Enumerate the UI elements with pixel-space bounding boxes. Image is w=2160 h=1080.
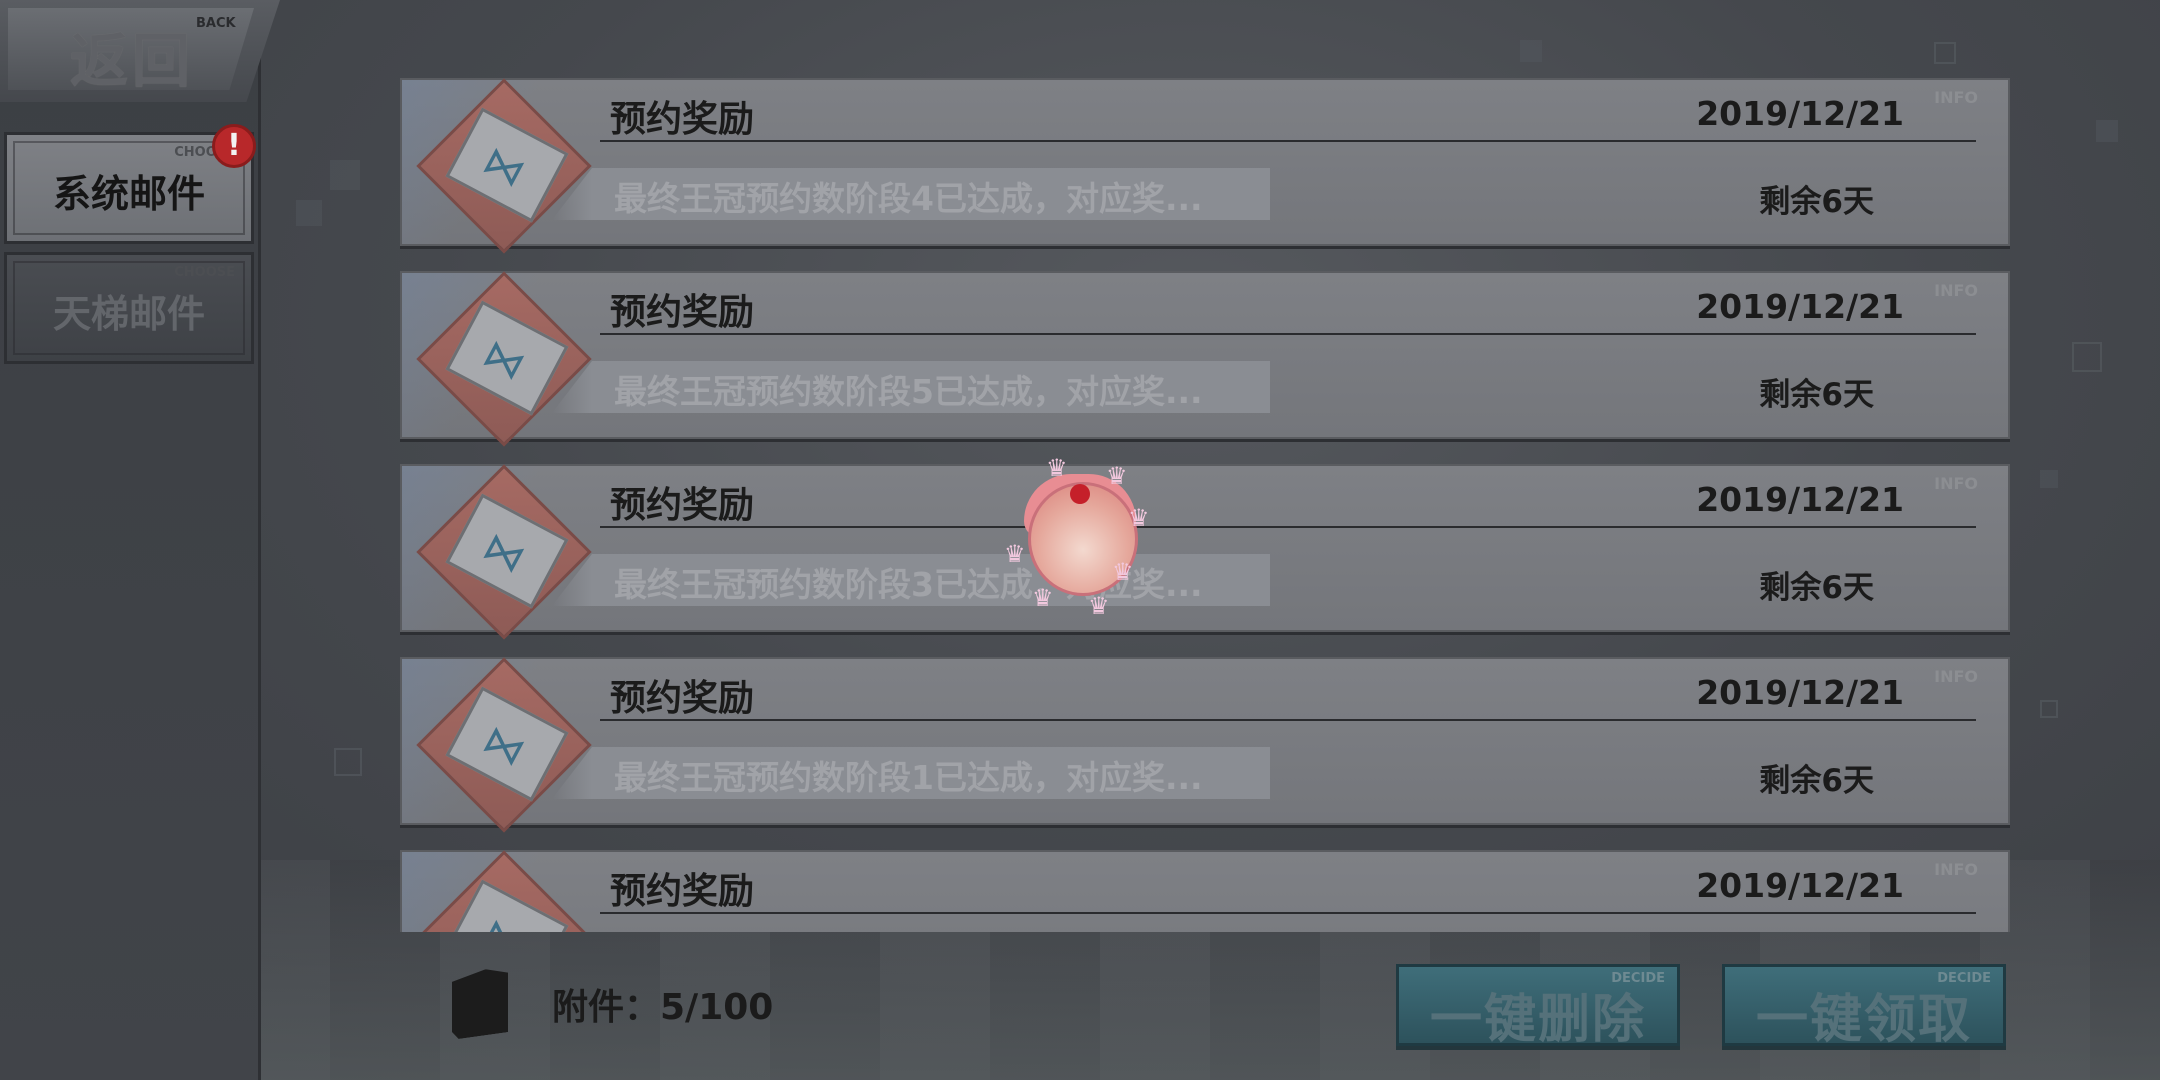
bg-square	[2096, 120, 2118, 142]
mail-info-tag: INFO	[1934, 667, 1978, 686]
mail-info-tag: INFO	[1934, 860, 1978, 879]
mail-item[interactable]: ⋈ 预约奖励 2019/12/21 INFO	[400, 850, 2010, 932]
back-button[interactable]: 返回 BACK	[0, 0, 280, 102]
tab-tag: CHOOSE	[174, 265, 235, 280]
bg-square	[2040, 700, 2058, 718]
mail-remaining-days: 剩余6天	[1759, 377, 1874, 413]
tab-label: 天梯邮件	[52, 292, 205, 336]
button-label: 一键删除	[1429, 990, 1646, 1050]
claim-all-button[interactable]: DECIDE 一键领取	[1722, 964, 2006, 1050]
delete-all-button[interactable]: DECIDE 一键删除	[1396, 964, 1680, 1050]
mail-divider	[600, 526, 1976, 528]
unread-alert-badge: !	[212, 124, 256, 168]
mail-remaining-days: 剩余6天	[1759, 184, 1874, 220]
tab-ladder-mail[interactable]: CHOOSE 天梯邮件	[4, 252, 254, 364]
gift-envelope-icon: ⋈	[416, 657, 592, 833]
mail-date: 2019/12/21	[1696, 480, 1904, 519]
mail-title: 预约奖励	[610, 678, 755, 719]
bg-square	[334, 748, 362, 776]
mail-title: 预约奖励	[610, 99, 755, 140]
mail-preview: 最终王冠预约数阶段4已达成，对应奖...	[614, 179, 1203, 218]
mail-divider	[600, 912, 1976, 914]
mail-item[interactable]: ⋈ 预约奖励 2019/12/21 INFO 最终王冠预约数阶段4已达成，对应奖…	[400, 78, 2010, 254]
bg-square	[330, 160, 360, 190]
gift-envelope-icon: ⋈	[416, 850, 592, 932]
tab-label: 系统邮件	[52, 172, 205, 216]
mail-remaining-days: 剩余6天	[1759, 763, 1874, 799]
mail-preview: 最终王冠预约数阶段1已达成，对应奖...	[614, 758, 1203, 797]
mail-divider	[600, 719, 1976, 721]
bg-square	[1520, 40, 1542, 62]
mail-info-tag: INFO	[1934, 88, 1978, 107]
bg-square	[2040, 470, 2058, 488]
mail-date: 2019/12/21	[1696, 673, 1904, 712]
mail-preview: 最终王冠预约数阶段5已达成，对应奖...	[614, 372, 1203, 411]
back-button-tag: BACK	[196, 16, 236, 31]
mail-info-tag: INFO	[1934, 281, 1978, 300]
mail-item[interactable]: ⋈ 预约奖励 2019/12/21 INFO 最终王冠预约数阶段3已达成，对应奖…	[400, 464, 2010, 640]
loading-character-icon: ♛ ♛ ♛ ♛ ♛ ♛ ♛	[1004, 454, 1150, 620]
mail-date: 2019/12/21	[1696, 866, 1904, 905]
mail-title: 预约奖励	[610, 871, 755, 912]
mail-title: 预约奖励	[610, 485, 755, 526]
bg-square	[2072, 342, 2102, 372]
mail-date: 2019/12/21	[1696, 287, 1904, 326]
attachment-count: 附件：5/100	[552, 987, 774, 1028]
mail-item[interactable]: ⋈ 预约奖励 2019/12/21 INFO 最终王冠预约数阶段1已达成，对应奖…	[400, 657, 2010, 833]
mail-item[interactable]: ⋈ 预约奖励 2019/12/21 INFO 最终王冠预约数阶段5已达成，对应奖…	[400, 271, 2010, 447]
mail-divider	[600, 140, 1976, 142]
gift-envelope-icon: ⋈	[416, 271, 592, 447]
mail-divider	[600, 333, 1976, 335]
gift-envelope-icon: ⋈	[416, 464, 592, 640]
bg-square	[1934, 42, 1956, 64]
mail-title: 预约奖励	[610, 292, 755, 333]
back-button-label: 返回	[70, 27, 195, 95]
mail-remaining-days: 剩余6天	[1759, 570, 1874, 606]
button-label: 一键领取	[1755, 990, 1972, 1050]
bg-square	[296, 200, 322, 226]
mail-info-tag: INFO	[1934, 474, 1978, 493]
mail-list[interactable]: ⋈ 预约奖励 2019/12/21 INFO 最终王冠预约数阶段4已达成，对应奖…	[400, 78, 2012, 932]
mail-date: 2019/12/21	[1696, 94, 1904, 133]
gift-envelope-icon: ⋈	[416, 78, 592, 254]
